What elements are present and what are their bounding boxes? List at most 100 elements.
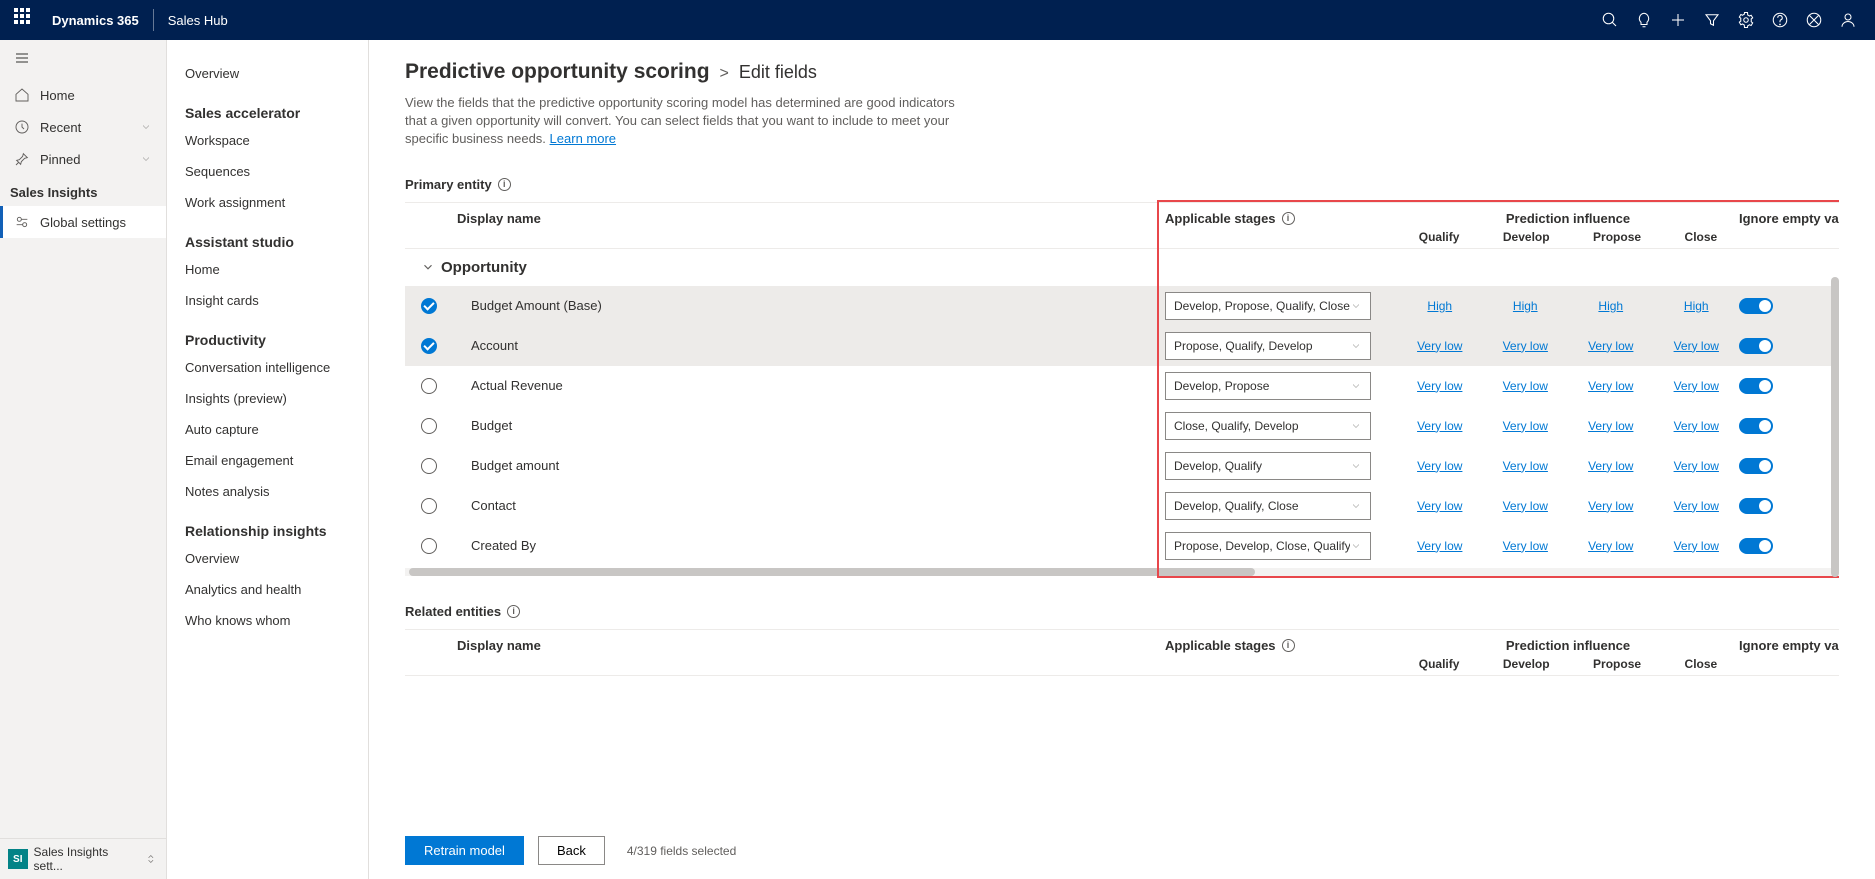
row-checkbox[interactable] xyxy=(421,458,437,474)
side-workspace[interactable]: Workspace xyxy=(167,125,368,156)
influence-link[interactable]: Very low xyxy=(1417,539,1462,553)
apps-icon[interactable] xyxy=(1797,0,1831,40)
ignore-empty-toggle[interactable] xyxy=(1739,498,1773,514)
influence-link[interactable]: High xyxy=(1513,299,1538,313)
side-rel-overview[interactable]: Overview xyxy=(167,543,368,574)
filter-icon[interactable] xyxy=(1695,0,1729,40)
influence-link[interactable]: Very low xyxy=(1417,459,1462,473)
row-checkbox[interactable] xyxy=(421,298,437,314)
side-insight-cards[interactable]: Insight cards xyxy=(167,285,368,316)
info-icon[interactable]: i xyxy=(1282,212,1295,225)
influence-link[interactable]: Very low xyxy=(1588,419,1633,433)
side-work-assignment[interactable]: Work assignment xyxy=(167,187,368,218)
side-auto-capture[interactable]: Auto capture xyxy=(167,414,368,445)
applicable-stages-select[interactable]: Develop, Propose, Qualify, Close xyxy=(1165,292,1371,320)
influence-link[interactable]: Very low xyxy=(1588,379,1633,393)
ignore-empty-toggle[interactable] xyxy=(1739,538,1773,554)
group-opportunity[interactable]: Opportunity xyxy=(405,249,1839,286)
applicable-stages-select[interactable]: Propose, Qualify, Develop xyxy=(1165,332,1371,360)
influence-link[interactable]: Very low xyxy=(1503,539,1548,553)
add-icon[interactable] xyxy=(1661,0,1695,40)
influence-link[interactable]: Very low xyxy=(1503,499,1548,513)
side-assistant-home[interactable]: Home xyxy=(167,254,368,285)
influence-link[interactable]: Very low xyxy=(1417,499,1462,513)
nav-area-switcher[interactable]: SI Sales Insights sett... xyxy=(0,838,166,879)
nav-global-settings[interactable]: Global settings xyxy=(0,206,166,238)
chevron-down-icon xyxy=(1350,460,1362,472)
influence-link[interactable]: Very low xyxy=(1674,419,1719,433)
influence-link[interactable]: Very low xyxy=(1417,339,1462,353)
applicable-stages-select[interactable]: Close, Qualify, Develop xyxy=(1165,412,1371,440)
row-checkbox[interactable] xyxy=(421,418,437,434)
settings-icon[interactable] xyxy=(1729,0,1763,40)
ignore-empty-toggle[interactable] xyxy=(1739,378,1773,394)
table-row: Contact Develop, Qualify, Close Very low… xyxy=(405,486,1839,526)
influence-link[interactable]: Very low xyxy=(1503,419,1548,433)
influence-link[interactable]: Very low xyxy=(1674,459,1719,473)
ignore-empty-toggle[interactable] xyxy=(1739,298,1773,314)
breadcrumb: Predictive opportunity scoring > Edit fi… xyxy=(405,60,1839,84)
learn-more-link[interactable]: Learn more xyxy=(550,131,616,146)
vertical-scrollbar[interactable] xyxy=(1831,149,1839,822)
app-launcher-icon[interactable] xyxy=(14,8,38,32)
row-checkbox[interactable] xyxy=(421,498,437,514)
influence-link[interactable]: Very low xyxy=(1417,419,1462,433)
grid-header: Display name Applicable stages i Predict… xyxy=(405,203,1839,249)
stage-qualify: Qualify xyxy=(1419,230,1460,244)
side-email-engagement[interactable]: Email engagement xyxy=(167,445,368,476)
side-conversation-intel[interactable]: Conversation intelligence xyxy=(167,352,368,383)
influence-link[interactable]: Very low xyxy=(1417,379,1462,393)
breadcrumb-root[interactable]: Predictive opportunity scoring xyxy=(405,60,710,84)
influence-link[interactable]: Very low xyxy=(1588,339,1633,353)
side-analytics-health[interactable]: Analytics and health xyxy=(167,574,368,605)
influence-link[interactable]: Very low xyxy=(1588,499,1633,513)
side-sequences[interactable]: Sequences xyxy=(167,156,368,187)
stage-close: Close xyxy=(1685,230,1718,244)
ignore-empty-toggle[interactable] xyxy=(1739,338,1773,354)
influence-link[interactable]: Very low xyxy=(1588,459,1633,473)
ignore-empty-toggle[interactable] xyxy=(1739,418,1773,434)
nav-global-label: Global settings xyxy=(40,215,126,230)
lightbulb-icon[interactable] xyxy=(1627,0,1661,40)
influence-link[interactable]: Very low xyxy=(1503,379,1548,393)
nav-pinned[interactable]: Pinned xyxy=(0,143,166,175)
influence-link[interactable]: High xyxy=(1684,299,1709,313)
influence-link[interactable]: Very low xyxy=(1674,499,1719,513)
hamburger-icon[interactable] xyxy=(0,40,166,79)
row-checkbox[interactable] xyxy=(421,338,437,354)
info-icon[interactable]: i xyxy=(498,178,511,191)
applicable-stages-select[interactable]: Develop, Propose xyxy=(1165,372,1371,400)
applicable-stages-select[interactable]: Develop, Qualify, Close xyxy=(1165,492,1371,520)
ignore-empty-toggle[interactable] xyxy=(1739,458,1773,474)
row-checkbox[interactable] xyxy=(421,378,437,394)
profile-icon[interactable] xyxy=(1831,0,1865,40)
nav-recent[interactable]: Recent xyxy=(0,111,166,143)
influence-link[interactable]: Very low xyxy=(1503,339,1548,353)
help-icon[interactable] xyxy=(1763,0,1797,40)
side-notes-analysis[interactable]: Notes analysis xyxy=(167,476,368,507)
influence-link[interactable]: High xyxy=(1598,299,1623,313)
influence-link[interactable]: High xyxy=(1427,299,1452,313)
nav-footer-label: Sales Insights sett... xyxy=(34,845,139,873)
related-grid-header: Display name Applicable stages i Predict… xyxy=(405,630,1839,676)
influence-link[interactable]: Very low xyxy=(1674,539,1719,553)
breadcrumb-separator: > xyxy=(720,65,729,83)
side-insights-preview[interactable]: Insights (preview) xyxy=(167,383,368,414)
influence-link[interactable]: Very low xyxy=(1588,539,1633,553)
retrain-button[interactable]: Retrain model xyxy=(405,836,524,865)
search-icon[interactable] xyxy=(1593,0,1627,40)
applicable-stages-select[interactable]: Develop, Qualify xyxy=(1165,452,1371,480)
horizontal-scrollbar[interactable] xyxy=(405,568,1839,576)
nav-home[interactable]: Home xyxy=(0,79,166,111)
influence-link[interactable]: Very low xyxy=(1674,379,1719,393)
side-overview[interactable]: Overview xyxy=(167,58,368,89)
influence-link[interactable]: Very low xyxy=(1503,459,1548,473)
settings-side-nav: Overview Sales accelerator Workspace Seq… xyxy=(167,40,369,879)
back-button[interactable]: Back xyxy=(538,836,605,865)
applicable-stages-select[interactable]: Propose, Develop, Close, Qualify xyxy=(1165,532,1371,560)
side-who-knows-whom[interactable]: Who knows whom xyxy=(167,605,368,636)
info-icon[interactable]: i xyxy=(507,605,520,618)
row-checkbox[interactable] xyxy=(421,538,437,554)
info-icon[interactable]: i xyxy=(1282,639,1295,652)
influence-link[interactable]: Very low xyxy=(1674,339,1719,353)
